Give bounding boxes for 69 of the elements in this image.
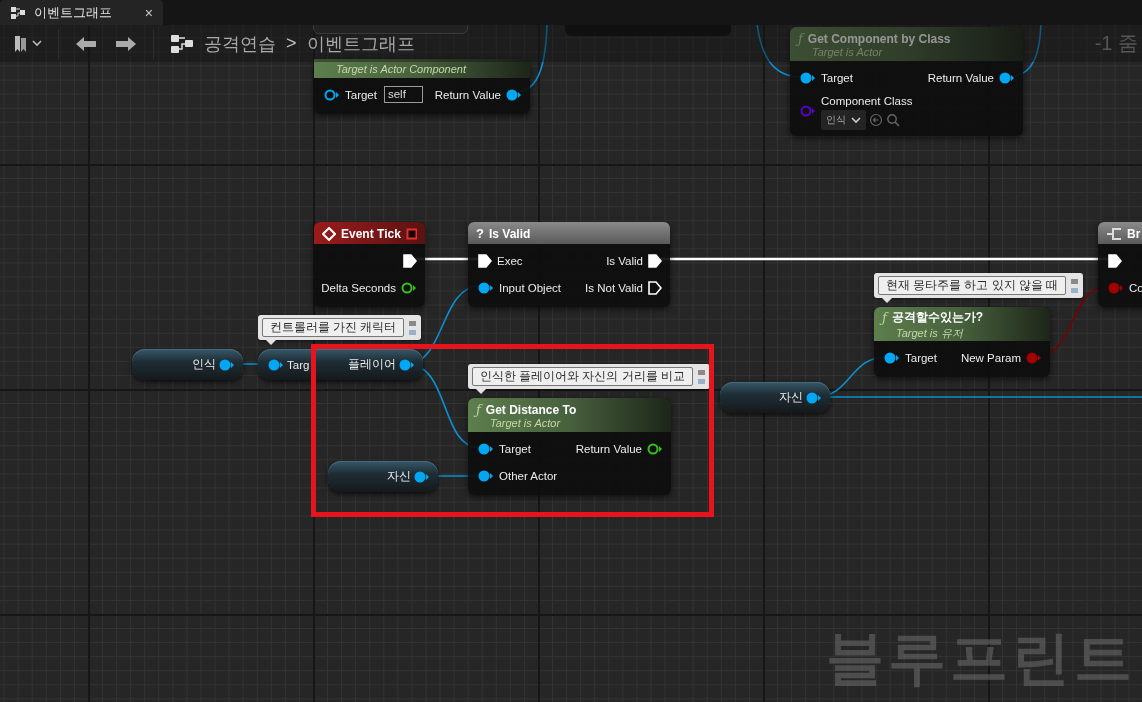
bookmark-icon[interactable]	[14, 34, 28, 53]
variable-node[interactable]: 인식	[132, 349, 243, 380]
node-title: Event Tick	[341, 226, 401, 241]
graph-icon	[170, 33, 194, 54]
close-button[interactable]: ×	[144, 4, 153, 21]
pin-label: Return Value	[434, 88, 501, 101]
variable-node[interactable]: Targ 플레이어	[258, 349, 423, 380]
graph-node[interactable]: ƒ Get Distance To Target is Actor Target Other Actor Return Value	[468, 398, 671, 495]
pin-label: Targ	[287, 358, 310, 371]
variable-name: 인식	[192, 357, 216, 372]
branch-icon	[1106, 226, 1122, 241]
graph-node[interactable]: Target is Actor Component Target self Return Value	[314, 59, 530, 114]
diamond-icon	[322, 226, 336, 241]
comment-text: 인식한 플레이어와 자신의 거리를 비교	[472, 367, 693, 386]
forward-arrow-icon[interactable]	[115, 35, 137, 52]
pin-label: Target	[821, 71, 853, 84]
node-subtitle: Target is 유저	[895, 325, 964, 341]
back-arrow-icon[interactable]	[75, 35, 97, 52]
exec-pin-icon[interactable]	[648, 253, 662, 268]
pin-label: Component Class	[821, 95, 913, 107]
pin-label: Is Not Valid	[585, 281, 643, 294]
variable-node[interactable]: 자신	[328, 461, 438, 492]
node-title: Br	[1127, 226, 1141, 241]
function-icon: ?	[476, 226, 484, 241]
pin-label: Return Value	[575, 442, 642, 455]
pin-label: Target	[499, 442, 531, 455]
exec-pin-icon[interactable]	[478, 253, 492, 268]
exec-pin-icon[interactable]	[1108, 253, 1122, 268]
exec-pin-icon[interactable]	[403, 253, 417, 268]
pin-label: Target	[345, 88, 377, 101]
pin-label: Input Object	[499, 281, 561, 294]
graph-tab[interactable]: 이벤트그래프 ×	[0, 0, 163, 25]
search-icon[interactable]	[886, 113, 900, 127]
node-title: Get Distance To	[485, 402, 577, 417]
graph-icon	[10, 5, 26, 20]
pin-label: Is Valid	[606, 254, 643, 267]
variable-name: 자신	[387, 469, 411, 484]
pin-label: Delta Seconds	[321, 281, 396, 294]
zoom-label: -1 줌	[1094, 31, 1138, 56]
pin-label: Other Actor	[499, 469, 558, 482]
node-subtitle: Target is Actor Component	[335, 63, 468, 75]
tab-label: 이벤트그래프	[34, 3, 112, 22]
node-title: Get Component by Class	[807, 31, 951, 46]
comment-text: 컨트롤러를 가진 캐릭터	[262, 318, 405, 337]
comment-text: 현재 몽타주를 하고 있지 않을 때	[878, 276, 1066, 295]
exec-pin-icon[interactable]	[648, 280, 662, 295]
breadcrumb-separator: >	[286, 33, 297, 54]
variable-node[interactable]: 자신	[720, 382, 830, 413]
breadcrumb-link[interactable]: 이벤트그래프	[306, 31, 415, 56]
node-subtitle: Target is Actor	[489, 417, 562, 429]
graph-node[interactable]: ƒ 공격할수있는가? Target is 유저 Target New Param	[874, 307, 1050, 377]
variable-name: 자신	[779, 390, 803, 405]
node-title: 공격할수있는가?	[891, 308, 984, 326]
value-field[interactable]: self	[383, 86, 423, 103]
variable-name: 플레이어	[348, 357, 396, 372]
pin-label: Exec	[497, 254, 523, 267]
node-title: Is Valid	[488, 226, 531, 241]
pin-label: New Param	[960, 351, 1021, 364]
delegate-pin-icon[interactable]	[405, 227, 417, 240]
graph-node[interactable]: ? Is Valid Exec Input Object Is Valid Is Not Valid	[468, 222, 670, 307]
pin-label: Target	[905, 351, 937, 364]
class-dropdown[interactable]: 인식	[821, 110, 866, 130]
caret-icon[interactable]	[851, 116, 861, 124]
graph-node[interactable]: Event Tick Delta Seconds	[314, 222, 425, 307]
caret-icon[interactable]	[32, 40, 42, 47]
arrow-left-icon[interactable]	[869, 113, 883, 127]
node-subtitle: Target is Actor	[811, 46, 884, 58]
pin-label: Return Value	[927, 71, 994, 84]
breadcrumb-link[interactable]: 공격연습	[204, 31, 276, 56]
